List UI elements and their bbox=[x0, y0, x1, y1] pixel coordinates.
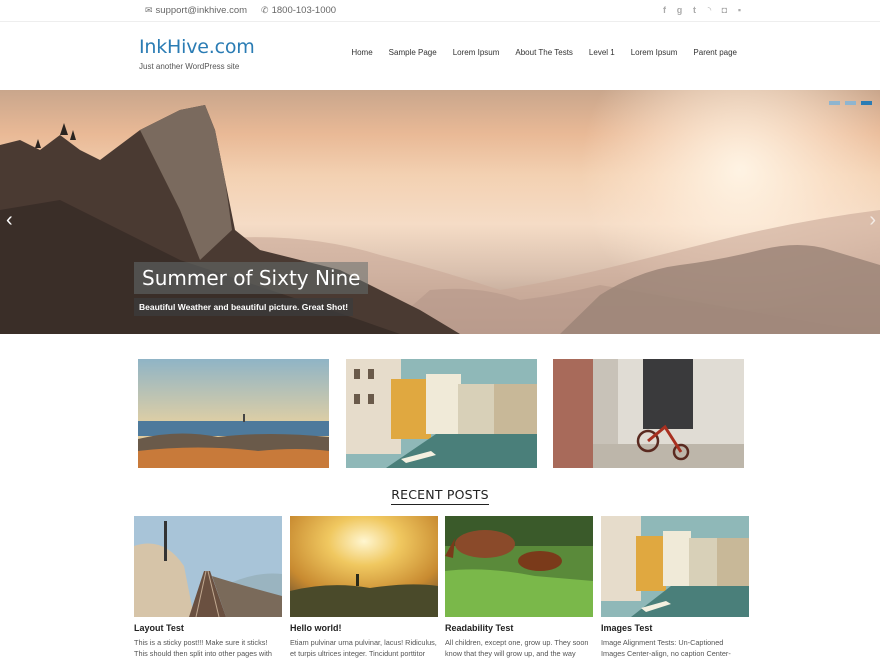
contact-info: ✉ support@inkhive.com ✆ 1800-103-1000 bbox=[145, 5, 336, 16]
post-excerpt: Image Alignment Tests: Un-Captioned Imag… bbox=[601, 638, 731, 658]
featured-image-beach[interactable] bbox=[138, 359, 329, 468]
post-thumbnail-railway[interactable] bbox=[134, 516, 282, 617]
nav-item-parent-page[interactable]: Parent page bbox=[685, 48, 745, 57]
nav-item-level-1[interactable]: Level 1 bbox=[581, 48, 623, 57]
top-bar: ✉ support@inkhive.com ✆ 1800-103-1000 f … bbox=[0, 0, 880, 22]
recent-posts-grid: Layout Test This is a sticky post!!! Mak… bbox=[134, 516, 749, 660]
slide-subtitle: Beautiful Weather and beautiful picture.… bbox=[134, 298, 354, 316]
email-item[interactable]: ✉ support@inkhive.com bbox=[145, 5, 247, 16]
chevron-left-icon[interactable]: ‹ bbox=[6, 210, 13, 230]
post-excerpt: This is a sticky post!!! Make sure it st… bbox=[134, 638, 272, 658]
featured-image-tricycle[interactable] bbox=[553, 359, 744, 468]
social-links: f g t ◝ ◘ ▪ bbox=[660, 5, 744, 15]
nav-item-sample-page[interactable]: Sample Page bbox=[381, 48, 445, 57]
nav-item-lorem-ipsum-2[interactable]: Lorem Ipsum bbox=[623, 48, 686, 57]
instagram-icon[interactable]: ◘ bbox=[720, 5, 729, 15]
nav-item-home[interactable]: Home bbox=[343, 48, 380, 57]
phone-item[interactable]: ✆ 1800-103-1000 bbox=[261, 5, 336, 16]
slider-dot-1[interactable] bbox=[829, 101, 840, 105]
facebook-icon[interactable]: f bbox=[660, 5, 669, 15]
post-card: Readability Test All children, except on… bbox=[445, 516, 593, 659]
flickr-icon[interactable]: ▪ bbox=[735, 5, 744, 15]
phone-text: 1800-103-1000 bbox=[271, 5, 337, 16]
post-card: Images Test Image Alignment Tests: Un-Ca… bbox=[601, 516, 749, 659]
recent-posts-title: RECENT POSTS bbox=[391, 487, 489, 505]
hero-slider[interactable]: ‹ › Summer of Sixty Nine Beautiful Weath… bbox=[0, 90, 880, 334]
post-title[interactable]: Layout Test bbox=[134, 623, 282, 633]
email-text: support@inkhive.com bbox=[155, 5, 248, 16]
slider-pagination bbox=[829, 101, 872, 105]
site-tagline: Just another WordPress site bbox=[139, 62, 240, 71]
post-thumbnail-dogs[interactable] bbox=[445, 516, 593, 617]
post-excerpt: Etiam pulvinar urna pulvinar, lacus! Rid… bbox=[290, 638, 437, 658]
main-nav: Home Sample Page Lorem Ipsum About The T… bbox=[343, 48, 745, 57]
nav-item-lorem-ipsum[interactable]: Lorem Ipsum bbox=[445, 48, 508, 57]
chevron-right-icon[interactable]: › bbox=[869, 210, 876, 230]
mountain-landscape-image bbox=[0, 105, 880, 334]
nav-item-about-the-tests[interactable]: About The Tests bbox=[507, 48, 581, 57]
post-title[interactable]: Hello world! bbox=[290, 623, 438, 633]
twitter-icon[interactable]: t bbox=[690, 5, 699, 15]
phone-icon: ✆ bbox=[261, 5, 269, 15]
rss-icon[interactable]: ◝ bbox=[705, 5, 714, 15]
post-excerpt: All children, except one, grow up. They … bbox=[445, 638, 589, 658]
post-title[interactable]: Images Test bbox=[601, 623, 749, 633]
post-thumbnail-canal[interactable] bbox=[601, 516, 749, 617]
google-plus-icon[interactable]: g bbox=[675, 5, 684, 15]
site-title[interactable]: InkHive.com bbox=[139, 36, 255, 58]
featured-image-canal[interactable] bbox=[346, 359, 537, 468]
site-header: InkHive.com Just another WordPress site … bbox=[0, 22, 880, 90]
post-title[interactable]: Readability Test bbox=[445, 623, 593, 633]
post-thumbnail-sunset[interactable] bbox=[290, 516, 438, 617]
recent-posts-heading: RECENT POSTS bbox=[0, 486, 880, 505]
slide-title: Summer of Sixty Nine bbox=[134, 262, 369, 294]
envelope-icon: ✉ bbox=[145, 5, 153, 15]
post-card: Hello world! Etiam pulvinar urna pulvina… bbox=[290, 516, 438, 659]
featured-images bbox=[138, 359, 744, 468]
slider-dot-3[interactable] bbox=[861, 101, 872, 105]
post-card: Layout Test This is a sticky post!!! Mak… bbox=[134, 516, 282, 659]
slider-dot-2[interactable] bbox=[845, 101, 856, 105]
